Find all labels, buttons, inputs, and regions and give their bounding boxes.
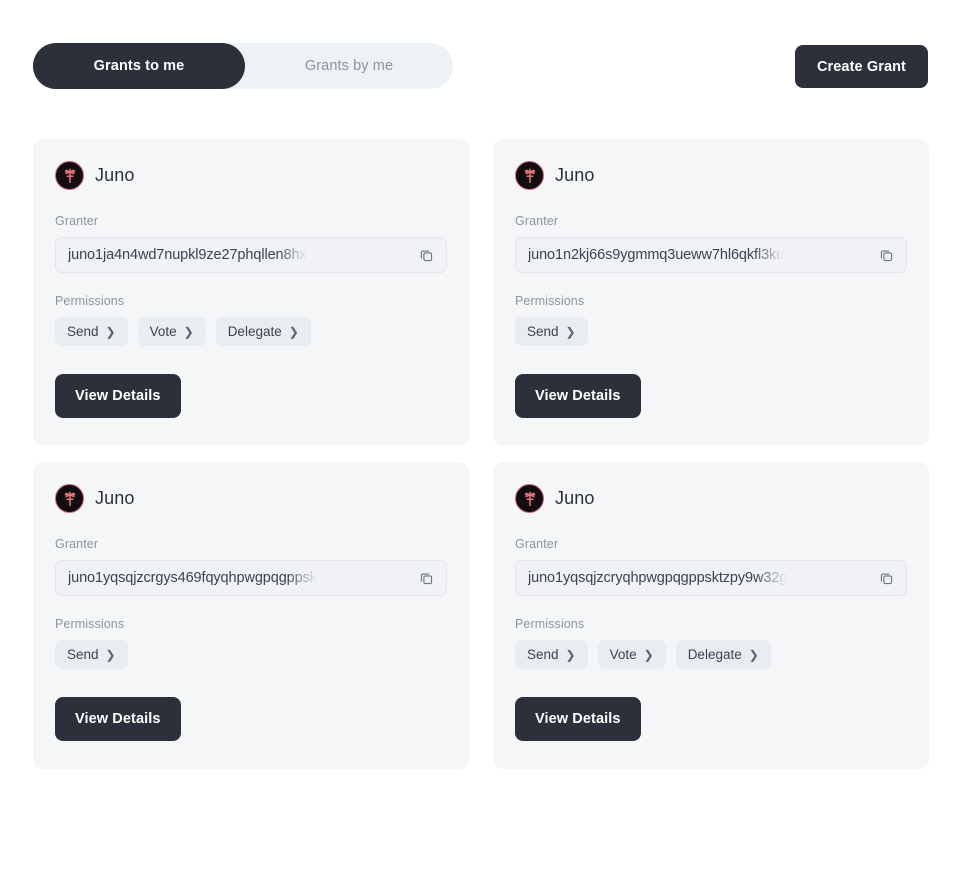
- granter-address-field[interactable]: juno1yqsqjzcryqhpwgpqgppsktzpy9w32g: [515, 560, 907, 596]
- grant-card-header: Juno: [515, 484, 907, 513]
- grants-tab-switcher: Grants to me Grants by me: [33, 43, 453, 89]
- juno-logo-icon: [515, 484, 544, 513]
- permission-chip-send[interactable]: Send ❯: [515, 317, 588, 346]
- granter-address-value: juno1n2kj66s9ygmmq3ueww7hl6qkfl3ku: [528, 247, 785, 263]
- permission-chip-label: Vote: [609, 647, 637, 662]
- permission-chip-delegate[interactable]: Delegate ❯: [215, 317, 311, 346]
- grant-card: Juno Granter juno1yqsqjzcrgys469fqyqhpwg…: [33, 462, 469, 769]
- grants-page: Grants to me Grants by me Create Grant J…: [0, 0, 962, 895]
- permissions-label: Permissions: [55, 294, 125, 308]
- granter-address-field[interactable]: juno1ja4n4wd7nupkl9ze27phqllen8hx: [55, 237, 447, 273]
- permission-chip-send[interactable]: Send ❯: [515, 640, 588, 669]
- permission-chip-label: Send: [527, 324, 559, 339]
- juno-logo-icon: [55, 484, 84, 513]
- grant-card-header: Juno: [55, 161, 447, 190]
- chain-name: Juno: [95, 165, 135, 185]
- permissions-label: Permissions: [515, 617, 585, 631]
- view-details-button[interactable]: View Details: [55, 697, 181, 741]
- permission-chip-send[interactable]: Send ❯: [55, 317, 128, 346]
- granter-address-value: juno1yqsqjzcryqhpwgpqgppsktzpy9w32g: [528, 570, 788, 586]
- copy-icon[interactable]: [415, 244, 437, 266]
- permission-chip-label: Vote: [149, 324, 177, 339]
- chevron-right-icon: ❯: [643, 647, 654, 662]
- permissions-label: Permissions: [55, 617, 125, 631]
- permission-chip-label: Send: [67, 324, 99, 339]
- permissions-label: Permissions: [515, 294, 585, 308]
- permission-chip-label: Delegate: [227, 324, 282, 339]
- granter-label: Granter: [55, 537, 99, 551]
- juno-logo-icon: [55, 161, 84, 190]
- permission-chip-vote[interactable]: Vote ❯: [597, 640, 666, 669]
- permissions-list: Send ❯: [55, 640, 447, 669]
- tab-grants-by-me[interactable]: Grants by me: [245, 43, 453, 89]
- copy-icon[interactable]: [875, 244, 897, 266]
- tab-grants-to-me-label: Grants to me: [93, 58, 185, 74]
- grant-card-header: Juno: [515, 161, 907, 190]
- tab-grants-to-me[interactable]: Grants to me: [33, 43, 245, 89]
- chevron-right-icon: ❯: [288, 324, 299, 339]
- permissions-list: Send ❯ Vote ❯ Delegate ❯: [515, 640, 907, 669]
- chain-name: Juno: [95, 488, 135, 508]
- permissions-list: Send ❯ Vote ❯ Delegate ❯: [55, 317, 447, 346]
- permission-chip-label: Delegate: [687, 647, 742, 662]
- tab-grants-by-me-label: Grants by me: [304, 58, 394, 74]
- copy-icon[interactable]: [875, 567, 897, 589]
- create-grant-button[interactable]: Create Grant: [794, 45, 928, 88]
- copy-icon[interactable]: [415, 567, 437, 589]
- chevron-right-icon: ❯: [565, 647, 576, 662]
- granter-address-field[interactable]: juno1yqsqjzcrgys469fqyqhpwgpqgppsk: [55, 560, 447, 596]
- chevron-right-icon: ❯: [748, 647, 759, 662]
- permission-chip-delegate[interactable]: Delegate ❯: [675, 640, 771, 669]
- permission-chip-vote[interactable]: Vote ❯: [137, 317, 206, 346]
- chevron-right-icon: ❯: [105, 647, 116, 662]
- granter-label: Granter: [515, 537, 559, 551]
- permission-chip-label: Send: [67, 647, 99, 662]
- grant-card: Juno Granter juno1n2kj66s9ygmmq3ueww7hl6…: [493, 139, 929, 446]
- view-details-button[interactable]: View Details: [515, 374, 641, 418]
- granter-label: Granter: [55, 214, 99, 228]
- juno-logo-icon: [515, 161, 544, 190]
- granter-address-field[interactable]: juno1n2kj66s9ygmmq3ueww7hl6qkfl3ku: [515, 237, 907, 273]
- chevron-right-icon: ❯: [183, 324, 194, 339]
- chevron-right-icon: ❯: [565, 324, 576, 339]
- permissions-list: Send ❯: [515, 317, 907, 346]
- permission-chip-send[interactable]: Send ❯: [55, 640, 128, 669]
- chevron-right-icon: ❯: [105, 324, 116, 339]
- grant-card: Juno Granter juno1ja4n4wd7nupkl9ze27phql…: [33, 139, 469, 446]
- grant-card-header: Juno: [55, 484, 447, 513]
- chain-name: Juno: [555, 488, 595, 508]
- grant-card: Juno Granter juno1yqsqjzcryqhpwgpqgppskt…: [493, 462, 929, 769]
- view-details-button[interactable]: View Details: [55, 374, 181, 418]
- granter-address-value: juno1yqsqjzcrgys469fqyqhpwgpqgppsk: [68, 570, 317, 586]
- grants-grid: Juno Granter juno1ja4n4wd7nupkl9ze27phql…: [33, 139, 929, 769]
- page-header: Grants to me Grants by me Create Grant: [0, 0, 962, 130]
- chain-name: Juno: [555, 165, 595, 185]
- granter-label: Granter: [515, 214, 559, 228]
- view-details-button[interactable]: View Details: [515, 697, 641, 741]
- permission-chip-label: Send: [527, 647, 559, 662]
- granter-address-value: juno1ja4n4wd7nupkl9ze27phqllen8hx: [68, 247, 307, 263]
